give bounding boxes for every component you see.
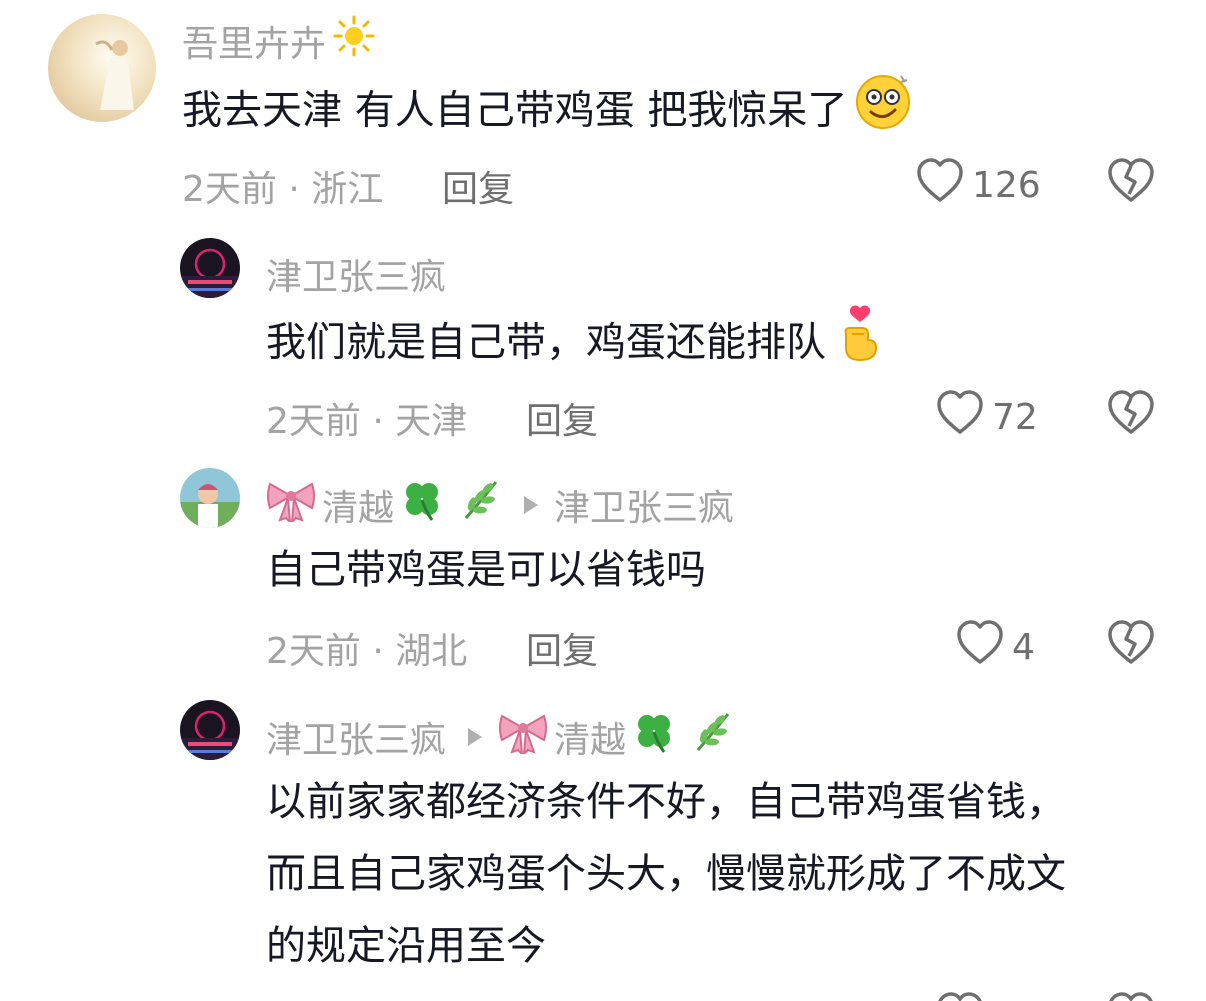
avatar[interactable]	[180, 700, 240, 760]
reply-button[interactable]: 回复	[526, 392, 598, 444]
comment-text-line: 而且自己家鸡蛋个头大，慢慢就形成了不成文	[266, 851, 1066, 897]
heart-icon	[936, 390, 984, 445]
broken-heart-icon	[1108, 390, 1154, 434]
like-button[interactable]: 126	[916, 158, 1041, 213]
reply-to-username[interactable]: 津卫张三疯	[554, 479, 734, 531]
reply-button[interactable]: 回复	[442, 160, 514, 212]
herb-icon	[458, 478, 502, 531]
herb-icon	[690, 710, 734, 763]
comment-text: 我去天津 有人自己带鸡蛋 把我惊呆了	[182, 72, 913, 153]
like-count: 126	[972, 165, 1041, 206]
dizzy-face-icon	[855, 72, 913, 153]
comment-username[interactable]: 津卫张三疯	[266, 711, 446, 763]
reply-to-username[interactable]: 清越	[554, 711, 626, 763]
four-leaf-clover-icon	[400, 478, 444, 531]
four-leaf-clover-icon	[632, 710, 676, 763]
pink-bow-icon	[266, 478, 316, 531]
finger-heart-icon	[838, 304, 884, 385]
avatar[interactable]	[48, 14, 156, 122]
broken-heart-icon	[1109, 992, 1153, 1001]
comment-username-row: 清越 津卫张三疯	[266, 478, 734, 531]
like-count: 4	[1012, 627, 1035, 668]
comment-time-location: 2天前 · 浙江	[182, 169, 384, 210]
comment-text-line: 的规定沿用至今	[266, 923, 546, 969]
reply-arrow-icon	[524, 495, 539, 514]
sun-icon	[332, 14, 376, 67]
like-button[interactable]: 72	[936, 390, 1038, 445]
reply-button[interactable]: 回复	[526, 622, 598, 674]
like-button[interactable]: 4	[956, 620, 1035, 675]
partial-like-icon	[936, 992, 982, 1001]
broken-heart-icon	[1108, 620, 1154, 664]
heart-icon	[916, 158, 964, 213]
comment-username[interactable]: 清越	[322, 479, 394, 531]
reply-arrow-icon	[468, 727, 483, 746]
comment-time-location: 2天前 · 天津	[266, 401, 468, 442]
like-count: 72	[992, 397, 1038, 438]
comment-text-line: 以前家家都经济条件不好，自己带鸡蛋省钱，	[266, 779, 1066, 825]
comment-text: 自己带鸡蛋是可以省钱吗	[266, 547, 706, 593]
dislike-button[interactable]	[1107, 620, 1154, 666]
comment-username[interactable]: 津卫张三疯	[266, 248, 446, 300]
dislike-button[interactable]	[1107, 158, 1154, 204]
broken-heart-icon	[1108, 158, 1154, 202]
partial-dislike-icon	[1107, 992, 1153, 1001]
avatar[interactable]	[180, 238, 240, 298]
heart-icon	[956, 620, 1004, 675]
avatar[interactable]	[180, 468, 240, 528]
pink-bow-icon	[498, 710, 548, 763]
comment-username[interactable]: 吾里卉卉	[182, 14, 376, 67]
comment-username-row: 津卫张三疯 清越	[266, 710, 734, 763]
heart-icon	[938, 992, 982, 1001]
comment-text: 我们就是自己带，鸡蛋还能排队	[266, 304, 884, 385]
comment-time-location: 2天前 · 湖北	[266, 631, 468, 672]
dislike-button[interactable]	[1107, 390, 1154, 436]
